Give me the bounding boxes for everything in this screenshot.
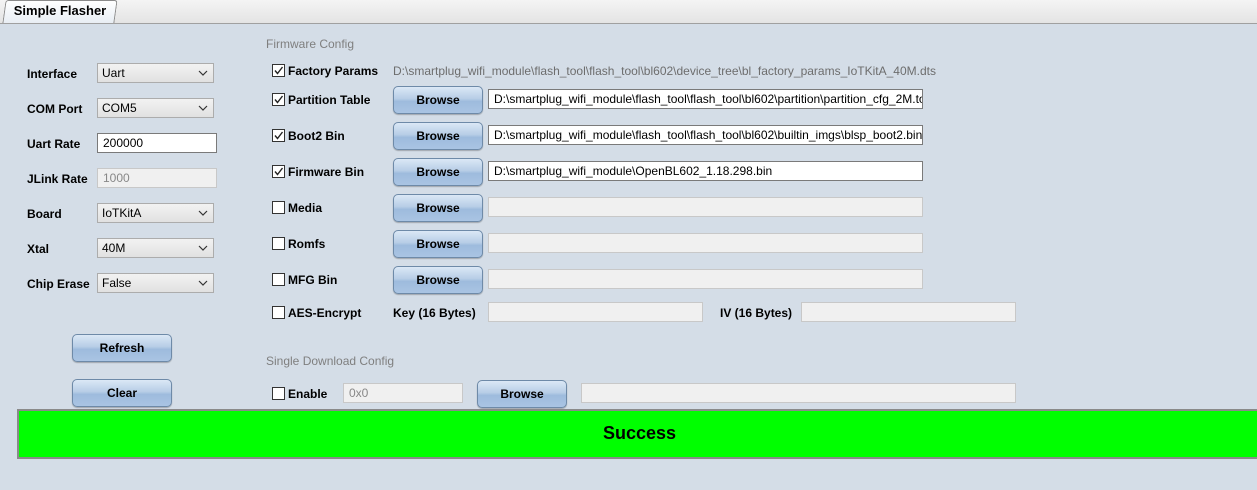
- aes-encrypt-label: AES-Encrypt: [288, 306, 362, 320]
- media-checkbox[interactable]: [272, 201, 285, 214]
- chevron-down-icon: [198, 105, 208, 111]
- firmware-bin-label: Firmware Bin: [288, 165, 365, 179]
- romfs-browse-button[interactable]: Browse: [393, 230, 483, 258]
- media-label: Media: [288, 201, 323, 215]
- single-download-address-input[interactable]: 0x0: [343, 383, 463, 403]
- single-download-enable-label: Enable: [288, 387, 328, 401]
- mfg-bin-checkbox[interactable]: [272, 273, 285, 286]
- xtal-label: Xtal: [27, 242, 50, 256]
- aes-iv-input[interactable]: [801, 302, 1016, 322]
- partition-table-path-input[interactable]: D:\smartplug_wifi_module\flash_tool\flas…: [488, 89, 923, 109]
- boot2-bin-label: Boot2 Bin: [288, 129, 345, 143]
- firmware-bin-checkbox[interactable]: [272, 165, 285, 178]
- jlink-rate-label: JLink Rate: [27, 172, 88, 186]
- factory-params-label: Factory Params: [288, 64, 379, 78]
- chevron-down-icon: [198, 245, 208, 251]
- interface-label: Interface: [27, 67, 78, 81]
- aes-key-input[interactable]: [488, 302, 703, 322]
- checkmark-icon: [274, 167, 284, 176]
- refresh-button[interactable]: Refresh: [72, 334, 172, 362]
- media-path-input[interactable]: [488, 197, 923, 217]
- boot2-bin-path-input[interactable]: D:\smartplug_wifi_module\flash_tool\flas…: [488, 125, 923, 145]
- single-download-enable-checkbox[interactable]: [272, 387, 285, 400]
- checkmark-icon: [274, 131, 284, 140]
- chevron-down-icon: [198, 280, 208, 286]
- mfg-bin-path-input[interactable]: [488, 269, 923, 289]
- partition-table-label: Partition Table: [288, 93, 371, 107]
- uart-rate-label: Uart Rate: [27, 137, 81, 151]
- chip-erase-label: Chip Erase: [27, 277, 90, 291]
- firmware-bin-browse-button[interactable]: Browse: [393, 158, 483, 186]
- board-label: Board: [27, 207, 62, 221]
- status-text: Success: [602, 423, 677, 443]
- tab-simple-flasher-label: Simple Flasher: [13, 3, 107, 18]
- chevron-down-icon: [198, 210, 208, 216]
- firmware-bin-path-input[interactable]: D:\smartplug_wifi_module\OpenBL602_1.18.…: [488, 161, 923, 181]
- com-port-label: COM Port: [27, 102, 83, 116]
- checkmark-icon: [274, 95, 284, 104]
- romfs-label: Romfs: [288, 237, 326, 251]
- jlink-rate-input[interactable]: 1000: [97, 168, 217, 188]
- xtal-select-value: 40M: [102, 241, 126, 255]
- com-port-select[interactable]: COM5: [97, 98, 214, 118]
- mfg-bin-label: MFG Bin: [288, 273, 338, 287]
- xtal-select[interactable]: 40M: [97, 238, 214, 258]
- chip-erase-select-value: False: [102, 276, 132, 290]
- romfs-path-input[interactable]: [488, 233, 923, 253]
- tab-bar: Simple Flasher: [0, 0, 1257, 24]
- factory-params-path: D:\smartplug_wifi_module\flash_tool\flas…: [393, 64, 936, 78]
- boot2-bin-checkbox[interactable]: [272, 129, 285, 142]
- romfs-checkbox[interactable]: [272, 237, 285, 250]
- interface-select[interactable]: Uart: [97, 63, 214, 83]
- uart-rate-input[interactable]: 200000: [97, 133, 217, 153]
- firmware-config-title: Firmware Config: [266, 37, 355, 51]
- board-select[interactable]: IoTKitA: [97, 203, 214, 223]
- mfg-bin-browse-button[interactable]: Browse: [393, 266, 483, 294]
- board-select-value: IoTKitA: [102, 206, 142, 220]
- aes-key-label: Key (16 Bytes): [393, 306, 476, 320]
- interface-select-value: Uart: [102, 66, 125, 80]
- partition-table-checkbox[interactable]: [272, 93, 285, 106]
- chevron-down-icon: [198, 70, 208, 76]
- single-download-path-input[interactable]: [581, 383, 1016, 403]
- partition-table-browse-button[interactable]: Browse: [393, 86, 483, 114]
- clear-button[interactable]: Clear: [72, 379, 172, 407]
- single-download-browse-button[interactable]: Browse: [477, 380, 567, 408]
- chip-erase-select[interactable]: False: [97, 273, 214, 293]
- com-port-select-value: COM5: [102, 101, 137, 115]
- factory-params-checkbox[interactable]: [272, 64, 285, 77]
- single-download-config-title: Single Download Config: [266, 354, 395, 368]
- aes-encrypt-checkbox[interactable]: [272, 306, 285, 319]
- status-banner: Success: [17, 409, 1257, 459]
- checkmark-icon: [274, 66, 284, 75]
- aes-iv-label: IV (16 Bytes): [720, 306, 793, 320]
- media-browse-button[interactable]: Browse: [393, 194, 483, 222]
- boot2-bin-browse-button[interactable]: Browse: [393, 122, 483, 150]
